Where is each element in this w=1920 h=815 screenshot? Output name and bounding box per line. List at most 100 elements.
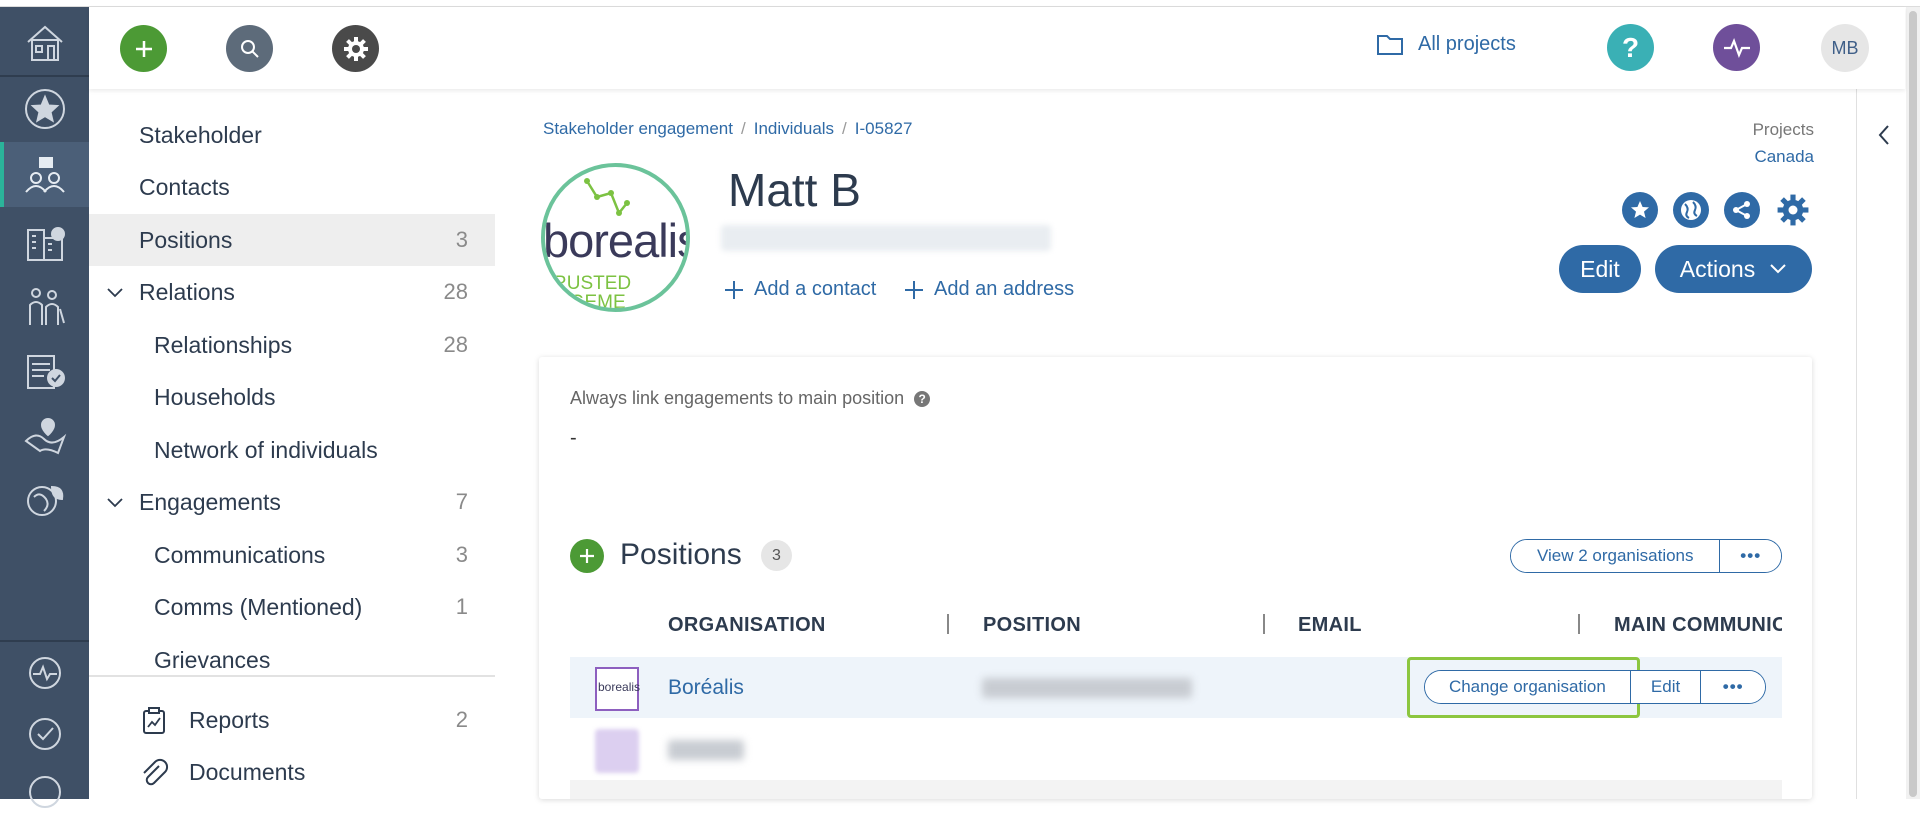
table-row[interactable] bbox=[570, 780, 1782, 799]
organisation-icon[interactable] bbox=[0, 215, 89, 270]
scrollbar-thumb[interactable] bbox=[1909, 11, 1917, 797]
home-icon[interactable] bbox=[0, 17, 89, 69]
nav-label: Households bbox=[154, 383, 276, 410]
record-settings-button[interactable] bbox=[1775, 192, 1811, 228]
logo-wordmark: borealis bbox=[543, 214, 690, 267]
nav-label: Relationships bbox=[154, 331, 293, 358]
redacted-organisation bbox=[668, 740, 744, 760]
add-position-button[interactable] bbox=[570, 539, 604, 573]
people-icon[interactable] bbox=[0, 277, 89, 335]
column-resize-handle[interactable] bbox=[1263, 614, 1265, 634]
add-address-label: Add an address bbox=[934, 278, 1075, 300]
more-options-button[interactable]: ••• bbox=[1719, 540, 1781, 572]
row-more-button[interactable]: ••• bbox=[1700, 671, 1765, 703]
breadcrumb-link-stakeholder-engagement[interactable]: Stakeholder engagement bbox=[543, 119, 733, 139]
projects-label: Projects bbox=[1752, 120, 1814, 139]
nav-label: Contacts bbox=[139, 173, 230, 200]
help-icon[interactable] bbox=[0, 769, 89, 808]
table-row[interactable]: borealis Boréalis Change organisation Ed… bbox=[570, 657, 1782, 718]
breadcrumb-separator: / bbox=[842, 119, 847, 138]
tasks-check-icon[interactable] bbox=[0, 708, 89, 760]
actions-button-label: Actions bbox=[1679, 255, 1756, 282]
share-icon bbox=[1733, 201, 1750, 219]
nav-item-reports[interactable]: Reports 2 bbox=[89, 694, 495, 746]
nav-item-network-of-individuals[interactable]: Network of individuals bbox=[89, 424, 495, 476]
view-organisations-button[interactable]: View 2 organisations bbox=[1511, 540, 1720, 572]
all-projects-link[interactable]: All projects bbox=[1376, 32, 1516, 56]
nav-item-comms-mentioned[interactable]: Comms (Mentioned) 1 bbox=[89, 581, 495, 633]
checklist-icon[interactable] bbox=[0, 342, 89, 400]
breadcrumb: Stakeholder engagement / Individuals / I… bbox=[543, 119, 912, 139]
create-button[interactable] bbox=[120, 25, 167, 72]
settings-button[interactable] bbox=[332, 25, 379, 72]
chevron-down-icon[interactable] bbox=[105, 282, 125, 302]
nav-item-relations[interactable]: Relations 28 bbox=[89, 266, 495, 318]
change-organisation-button[interactable]: Change organisation bbox=[1425, 671, 1630, 703]
nav-label: Relations bbox=[139, 278, 235, 305]
activity-icon[interactable] bbox=[0, 647, 89, 699]
rail-divider bbox=[0, 640, 89, 642]
add-contact-link[interactable]: Add a contact bbox=[724, 278, 876, 301]
nav-count: 1 bbox=[455, 594, 468, 619]
column-header-main-communication[interactable]: MAIN COMMUNIC bbox=[1614, 614, 1782, 637]
nav-label: Positions bbox=[139, 226, 233, 253]
help-button[interactable]: ? bbox=[1607, 24, 1654, 71]
map-pin-icon[interactable] bbox=[0, 407, 89, 465]
pulse-icon bbox=[1723, 37, 1750, 58]
add-address-link[interactable]: Add an address bbox=[904, 278, 1074, 301]
question-mark-icon: ? bbox=[1621, 31, 1640, 63]
nav-item-stakeholder[interactable]: Stakeholder bbox=[89, 109, 495, 161]
nav-item-documents[interactable]: Documents bbox=[89, 746, 495, 798]
favorite-button[interactable] bbox=[1622, 192, 1658, 228]
chevron-down-icon[interactable] bbox=[105, 492, 125, 512]
section-nav: Stakeholder Contacts Positions 3 Relatio… bbox=[89, 89, 495, 799]
breadcrumb-link-individuals[interactable]: Individuals bbox=[754, 119, 834, 139]
report-icon bbox=[143, 707, 165, 734]
star-icon bbox=[1631, 201, 1649, 218]
globe-button[interactable] bbox=[1673, 192, 1709, 228]
organisation-logo: borealis bbox=[595, 667, 641, 711]
nav-item-contacts[interactable]: Contacts bbox=[89, 161, 495, 213]
actions-dropdown-button[interactable]: Actions bbox=[1655, 245, 1812, 293]
info-help-icon[interactable]: ? bbox=[914, 390, 931, 407]
column-resize-handle[interactable] bbox=[1578, 614, 1580, 634]
nav-item-communications[interactable]: Communications 3 bbox=[89, 529, 495, 581]
column-resize-handle[interactable] bbox=[947, 614, 949, 634]
row-actions-group: Change organisation Edit ••• bbox=[1424, 670, 1766, 704]
nav-item-grievances[interactable]: Grievances bbox=[89, 634, 495, 686]
plus-icon bbox=[725, 280, 743, 299]
user-avatar[interactable]: MB bbox=[1821, 24, 1869, 72]
star-icon[interactable] bbox=[0, 81, 89, 136]
breadcrumb-current-id[interactable]: I-05827 bbox=[855, 119, 913, 139]
environment-icon[interactable] bbox=[0, 470, 89, 530]
row-edit-button[interactable]: Edit bbox=[1629, 671, 1701, 703]
activity-button[interactable] bbox=[1713, 24, 1760, 71]
nav-item-households[interactable]: Households bbox=[89, 371, 495, 423]
nav-item-positions[interactable]: Positions 3 bbox=[89, 214, 495, 266]
column-header-email[interactable]: EMAIL bbox=[1298, 614, 1362, 637]
column-header-organisation[interactable]: ORGANISATION bbox=[668, 614, 826, 637]
nav-count: 3 bbox=[455, 542, 468, 567]
folder-icon bbox=[1377, 35, 1403, 55]
organisation-link[interactable]: Boréalis bbox=[668, 676, 744, 700]
edit-button-label: Edit bbox=[1580, 255, 1620, 282]
top-bar: All projects ? MB bbox=[89, 7, 1905, 89]
breadcrumb-separator: / bbox=[740, 119, 746, 138]
profile-logo: borealis RUSTED AGEME bbox=[541, 163, 690, 312]
organisation-logo-wordmark: borealis bbox=[598, 680, 641, 694]
search-button[interactable] bbox=[226, 25, 273, 72]
nav-item-engagements[interactable]: Engagements 7 bbox=[89, 476, 495, 528]
plus-icon bbox=[135, 40, 152, 57]
table-row[interactable] bbox=[570, 719, 1782, 780]
edit-button[interactable]: Edit bbox=[1559, 245, 1641, 293]
stakeholder-engagement-icon[interactable] bbox=[0, 142, 89, 207]
scrollbar[interactable] bbox=[1906, 7, 1920, 799]
view-organisations-group: View 2 organisations ••• bbox=[1510, 539, 1782, 573]
projects-value-link[interactable]: Canada bbox=[1754, 147, 1814, 167]
column-header-position[interactable]: POSITION bbox=[983, 614, 1081, 637]
nav-item-relationships[interactable]: Relationships 28 bbox=[89, 319, 495, 371]
nav-divider bbox=[89, 675, 495, 677]
share-button[interactable] bbox=[1724, 192, 1760, 228]
nav-count: 3 bbox=[455, 227, 468, 252]
chevron-left-icon[interactable] bbox=[1877, 124, 1891, 146]
